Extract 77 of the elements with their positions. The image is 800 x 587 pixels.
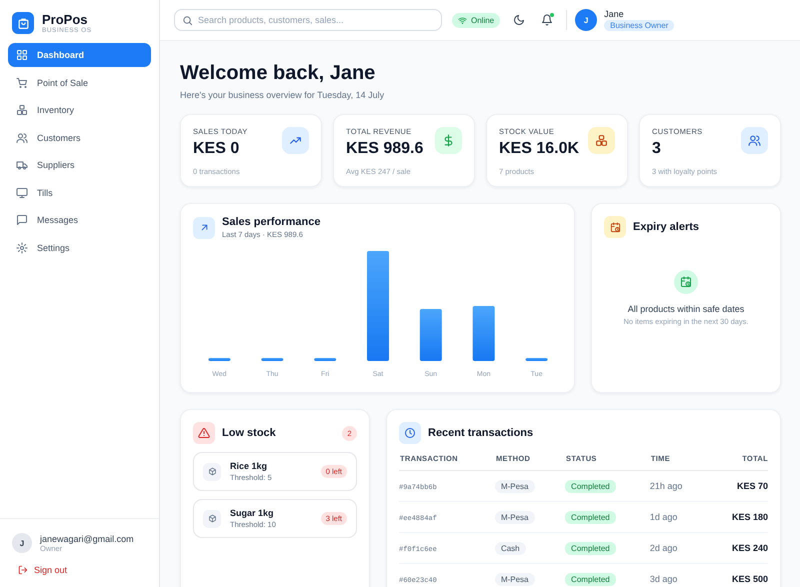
chart-bar xyxy=(420,309,442,361)
trend-up-icon xyxy=(282,127,309,154)
method-tag: M-Pesa xyxy=(494,480,534,493)
welcome-heading: Welcome back, Jane xyxy=(180,61,376,85)
sidebar-item[interactable]: Inventory xyxy=(8,98,151,122)
sidebar-item[interactable]: Point of Sale xyxy=(8,70,151,94)
method-tag: Cash xyxy=(494,542,526,555)
status-badge: Online xyxy=(452,12,500,28)
welcome-subtitle: Here's your business overview for Tuesday, 14 July xyxy=(180,90,386,100)
wifi-icon xyxy=(458,16,467,24)
warning-icon xyxy=(193,422,215,444)
user-email: janewagari@gmail.com xyxy=(40,534,134,544)
stat-value: 3 xyxy=(652,140,662,158)
dollar-icon xyxy=(435,127,462,154)
profile-name: Jane xyxy=(604,9,625,19)
method-tag: M-Pesa xyxy=(494,573,534,586)
boxes-icon xyxy=(16,104,28,116)
chart-bar xyxy=(261,358,284,361)
arrow-icon xyxy=(193,216,215,238)
stat-value: KES 989.6 xyxy=(346,140,424,158)
search-icon xyxy=(182,14,193,26)
chart-bar xyxy=(472,306,495,361)
search-field[interactable]: Search products, customers, sales... xyxy=(174,9,442,31)
sidebar-item[interactable]: Customers xyxy=(8,126,151,150)
package-icon xyxy=(203,510,221,528)
total-cell: KES 500 xyxy=(706,564,768,587)
package-icon xyxy=(203,462,221,480)
chat-icon xyxy=(16,214,28,226)
total-cell: KES 70 xyxy=(706,470,768,502)
chart-title: Sales performance xyxy=(222,216,320,228)
clock-icon xyxy=(399,422,421,444)
sidebar-item[interactable]: Suppliers xyxy=(8,153,151,177)
chart-bar xyxy=(526,358,548,361)
sidebar-item[interactable]: Messages xyxy=(8,208,151,232)
status-badge: Completed xyxy=(565,573,616,586)
users-icon xyxy=(741,127,768,154)
role-badge: Business Owner xyxy=(604,20,674,31)
status-badge: Completed xyxy=(565,511,616,524)
chart-bar xyxy=(208,358,230,361)
brand-name: ProPos xyxy=(42,12,89,27)
empty-message: All products within safe dates xyxy=(628,304,744,314)
time-cell: 3d ago xyxy=(650,564,706,587)
total-cell: KES 180 xyxy=(706,502,768,532)
time-cell: 1d ago xyxy=(650,502,706,532)
monitor-icon xyxy=(16,186,28,198)
item-name: Rice 1kg xyxy=(230,461,268,471)
chart-bar xyxy=(314,358,336,361)
total-cell: KES 240 xyxy=(706,532,768,564)
profile-avatar[interactable]: J xyxy=(575,9,598,31)
time-cell: 2d ago xyxy=(650,532,706,564)
sign-out-button[interactable]: Sign out xyxy=(12,565,147,575)
low-stock-title: Low stock xyxy=(222,427,276,439)
grid-icon xyxy=(16,49,28,61)
transactions-title: Recent transactions xyxy=(428,427,534,439)
sidebar-item[interactable]: Tills xyxy=(8,180,151,204)
stat-value: KES 16.0K xyxy=(499,140,580,158)
status-badge: Completed xyxy=(565,542,616,555)
user-avatar: J xyxy=(12,533,32,553)
calendar-icon xyxy=(674,270,698,294)
stat-value: KES 0 xyxy=(193,140,240,158)
logo-icon xyxy=(12,12,34,34)
method-tag: M-Pesa xyxy=(494,511,534,524)
time-cell: 21h ago xyxy=(650,470,706,502)
sidebar-item[interactable]: Dashboard xyxy=(8,43,151,67)
item-name: Sugar 1kg xyxy=(230,508,275,518)
expiry-title: Expiry alerts xyxy=(633,221,700,233)
sign-out-icon xyxy=(18,565,28,575)
bell-icon xyxy=(541,14,554,26)
users-icon xyxy=(16,132,28,144)
boxes-icon xyxy=(588,127,615,154)
truck-icon xyxy=(16,159,28,171)
settings-icon xyxy=(16,242,28,254)
cart-icon xyxy=(16,76,28,88)
moon-icon xyxy=(513,14,526,26)
sidebar-item[interactable]: Settings xyxy=(8,236,151,260)
status-badge: Completed xyxy=(565,480,616,493)
calendar-icon xyxy=(604,216,626,238)
